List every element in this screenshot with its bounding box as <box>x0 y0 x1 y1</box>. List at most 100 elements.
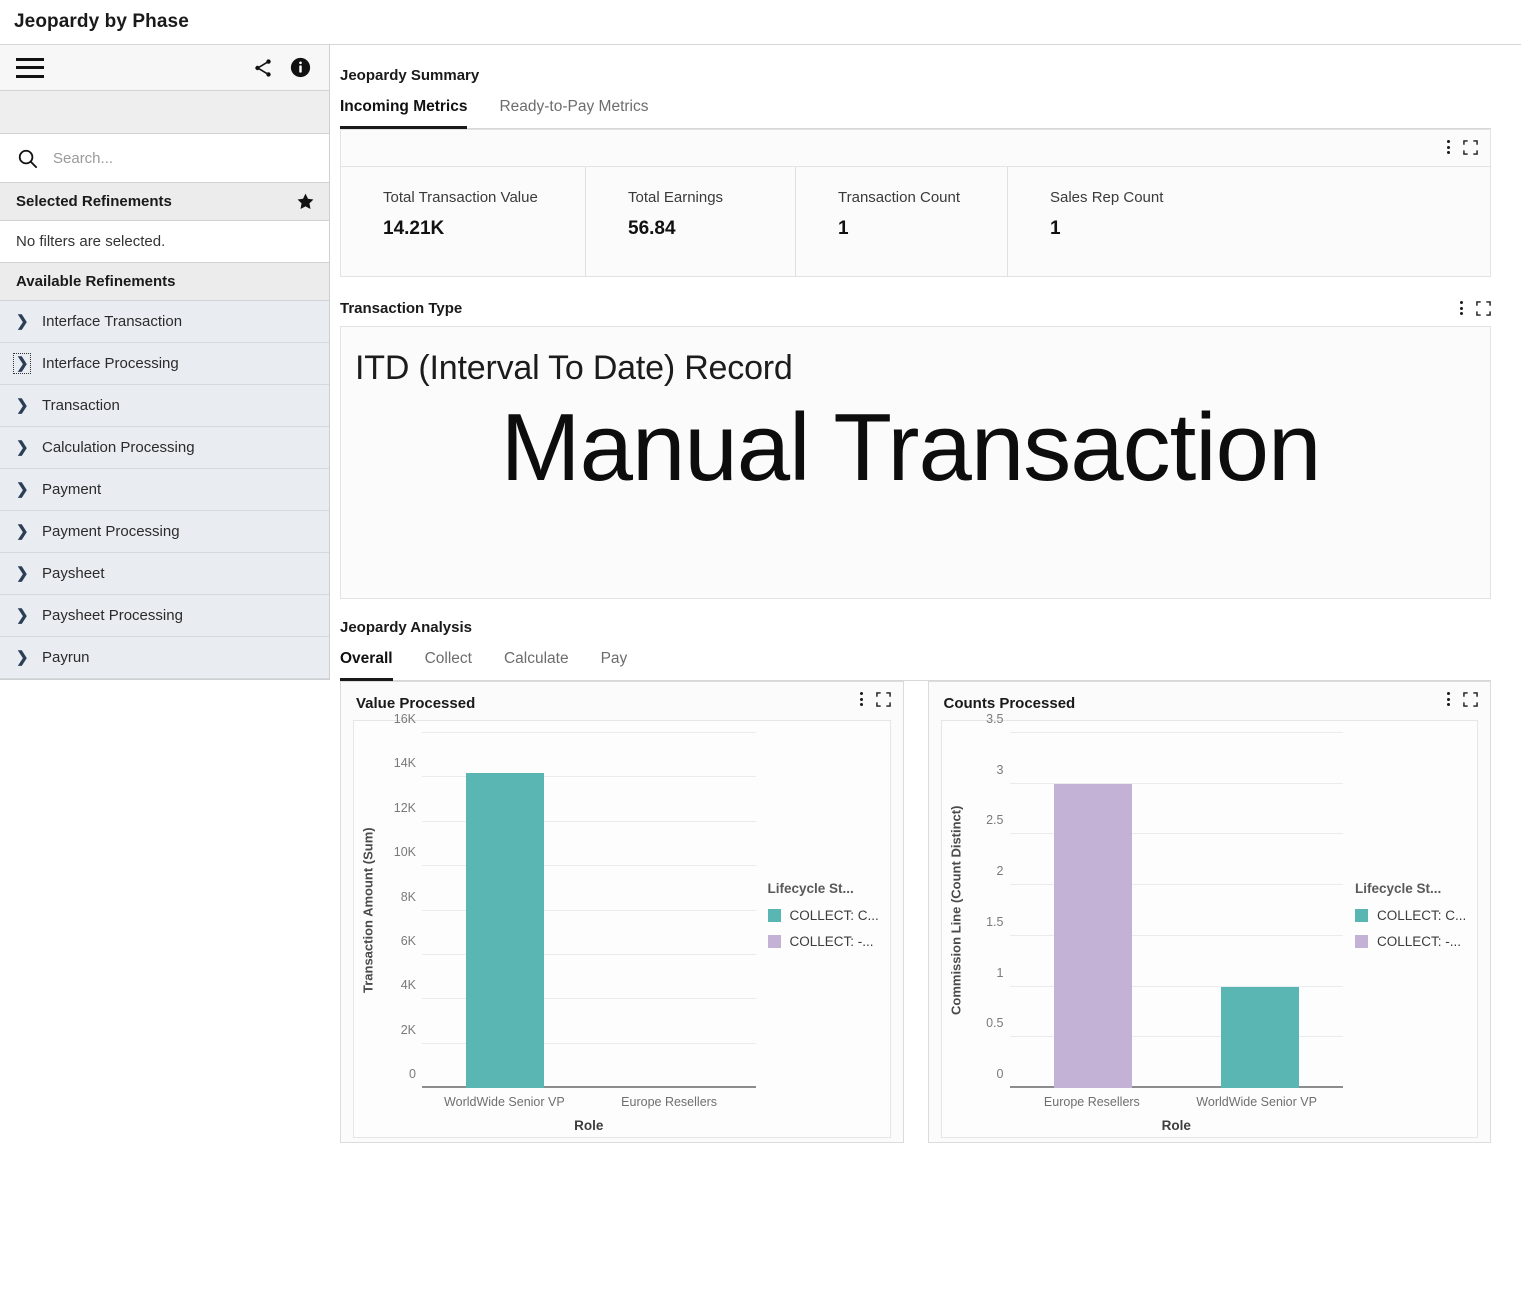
legend-title: Lifecycle St... <box>1355 881 1442 896</box>
y-tick-label: 0 <box>996 1067 1004 1081</box>
transaction-type-title: Transaction Type <box>340 299 463 317</box>
x-tick-label: WorldWide Senior VP <box>1196 1095 1317 1109</box>
legend-label: COLLECT: C... <box>1377 908 1467 923</box>
sidebar-item-label: Transaction <box>42 397 120 414</box>
y-tick-label: 3 <box>996 762 1004 777</box>
tab-pay[interactable]: Pay <box>601 650 628 681</box>
x-axis-ticks: WorldWide Senior VP Europe Resellers <box>422 1095 752 1109</box>
tab-overall[interactable]: Overall <box>340 650 393 681</box>
plot-grid-and-bars <box>422 732 756 1088</box>
bar-slot <box>1176 733 1343 1088</box>
summary-metrics-row: Total Transaction Value 14.21K Total Ear… <box>341 167 1490 277</box>
legend-item[interactable]: COLLECT: C... <box>767 908 890 923</box>
share-icon[interactable] <box>252 57 274 79</box>
chart-title: Value Processed <box>356 695 476 712</box>
y-tick-label: 2K <box>400 1022 416 1037</box>
metric-total-earnings: Total Earnings 56.84 <box>586 167 796 277</box>
plot-main: Transaction Amount (Sum) 0 2K 4K 6K 8K 10K 12K… <box>358 712 756 1088</box>
y-tick-label: 16K <box>393 712 416 726</box>
bar[interactable] <box>1053 783 1132 1088</box>
chevron-right-icon: ❯ <box>16 313 29 330</box>
expand-icon[interactable] <box>1463 139 1478 155</box>
y-tick-label: 2 <box>996 864 1004 879</box>
sidebar-item-payment-processing[interactable]: ❯ Payment Processing <box>0 511 329 553</box>
transaction-type-subtitle: ITD (Interval To Date) Record <box>355 349 793 387</box>
available-refinements-header: Available Refinements <box>0 263 329 301</box>
value-processed-controls <box>858 690 891 708</box>
sidebar-item-paysheet-processing[interactable]: ❯ Paysheet Processing <box>0 595 329 637</box>
chart-card-counts-processed: Counts Processed Commission Line (Count … <box>927 681 1491 1143</box>
sidebar-item-label: Paysheet <box>42 565 105 582</box>
plot-grid-and-bars <box>1009 732 1343 1088</box>
info-icon[interactable] <box>290 57 311 78</box>
star-icon[interactable] <box>296 192 315 211</box>
page-header: Jeopardy by Phase <box>0 0 1521 45</box>
available-refinements-label: Available Refinements <box>16 273 176 290</box>
sidebar-item-payrun[interactable]: ❯ Payrun <box>0 637 329 679</box>
kebab-menu-icon[interactable] <box>1445 138 1452 156</box>
plot-area: Transaction Amount (Sum) 0 2K 4K 6K 8K 10K 12K… <box>354 712 760 1137</box>
metric-value: 14.21K <box>383 218 445 239</box>
search-row <box>0 134 329 183</box>
charts-row: Value Processed Transaction Amount (Sum)… <box>340 681 1491 1143</box>
jeopardy-analysis-section: Jeopardy Analysis Overall Collect Calcul… <box>340 619 1491 1143</box>
kebab-menu-icon[interactable] <box>1458 299 1465 317</box>
sidebar-toolbar-actions <box>252 57 311 79</box>
y-axis-ticks: 0 2K 4K 6K 8K 10K 12K 14K 16K <box>378 712 422 1088</box>
summary-panel-controls <box>1445 138 1478 156</box>
legend-swatch-teal <box>767 909 781 922</box>
expand-icon[interactable] <box>1463 691 1478 707</box>
metric-label: Transaction Count <box>838 189 961 206</box>
tab-calculate[interactable]: Calculate <box>504 650 569 681</box>
available-refinements-list: ❯ Interface Transaction ❯ Interface Proc… <box>0 301 329 679</box>
expand-icon[interactable] <box>875 691 891 707</box>
legend-item[interactable]: COLLECT: -... <box>1355 934 1477 949</box>
chart-ylabel: Transaction Amount (Sum) <box>360 827 376 994</box>
summary-tabs: Incoming Metrics Ready-to-Pay Metrics <box>340 98 1491 129</box>
tab-ready-to-pay-metrics[interactable]: Ready-to-Pay Metrics <box>499 98 648 129</box>
kebab-menu-icon[interactable] <box>1445 690 1452 708</box>
metric-label: Total Transaction Value <box>383 189 538 206</box>
tab-incoming-metrics[interactable]: Incoming Metrics <box>340 98 468 129</box>
sidebar-item-label: Calculation Processing <box>42 439 195 456</box>
chevron-right-icon: ❯ <box>16 565 29 582</box>
jeopardy-summary-title: Jeopardy Summary <box>340 67 480 84</box>
analysis-tabs: Overall Collect Calculate Pay <box>340 650 1491 681</box>
legend-item[interactable]: COLLECT: C... <box>1355 908 1477 923</box>
kebab-menu-icon[interactable] <box>858 690 865 708</box>
no-filters-message: No filters are selected. <box>0 221 329 263</box>
y-tick-label: 2.5 <box>986 813 1004 828</box>
legend-swatch-purple <box>1355 935 1368 948</box>
search-input[interactable] <box>51 148 313 168</box>
bar[interactable] <box>1220 986 1299 1088</box>
metric-label: Total Earnings <box>628 189 724 206</box>
bar-group <box>422 733 756 1088</box>
transaction-type-value: Manual Transaction <box>500 394 1322 501</box>
expand-icon[interactable] <box>1476 300 1491 316</box>
plot-main: Commission Line (Count Distinct) 0 0.5 1 1.… <box>946 712 1343 1088</box>
x-tick-label: WorldWide Senior VP <box>444 1095 565 1109</box>
sidebar-item-calculation-processing[interactable]: ❯ Calculation Processing <box>0 427 329 469</box>
sidebar-item-interface-processing[interactable]: ❯ Interface Processing <box>0 343 329 385</box>
chart-card-value-processed: Value Processed Transaction Amount (Sum)… <box>340 681 904 1143</box>
x-tick-label: Europe Resellers <box>1043 1095 1140 1109</box>
chart-legend: Lifecycle St... COLLECT: C... COLLECT: -… <box>1347 721 1477 1137</box>
tab-collect[interactable]: Collect <box>425 650 472 681</box>
metric-label: Sales Rep Count <box>1050 189 1164 206</box>
sidebar-item-paysheet[interactable]: ❯ Paysheet <box>0 553 329 595</box>
legend-item[interactable]: COLLECT: -... <box>767 934 890 949</box>
y-tick-label: 12K <box>393 800 416 815</box>
y-tick-label: 6K <box>400 933 416 948</box>
chart-plot-value-processed: Transaction Amount (Sum) 0 2K 4K 6K 8K 10K 12K… <box>353 712 891 1138</box>
chevron-right-icon: ❯ <box>16 649 29 666</box>
sidebar-item-interface-transaction[interactable]: ❯ Interface Transaction <box>0 301 329 343</box>
bar[interactable] <box>466 772 545 1088</box>
hamburger-icon[interactable] <box>16 57 44 78</box>
metric-value: 56.84 <box>628 218 676 239</box>
metric-transaction-count: Transaction Count 1 <box>796 167 1008 277</box>
sidebar-item-transaction[interactable]: ❯ Transaction <box>0 385 329 427</box>
chart-ylabel: Commission Line (Count Distinct) <box>948 805 963 1016</box>
sidebar-item-label: Payment <box>42 481 102 498</box>
sidebar-item-payment[interactable]: ❯ Payment <box>0 469 329 511</box>
jeopardy-analysis-title: Jeopardy Analysis <box>340 619 473 636</box>
